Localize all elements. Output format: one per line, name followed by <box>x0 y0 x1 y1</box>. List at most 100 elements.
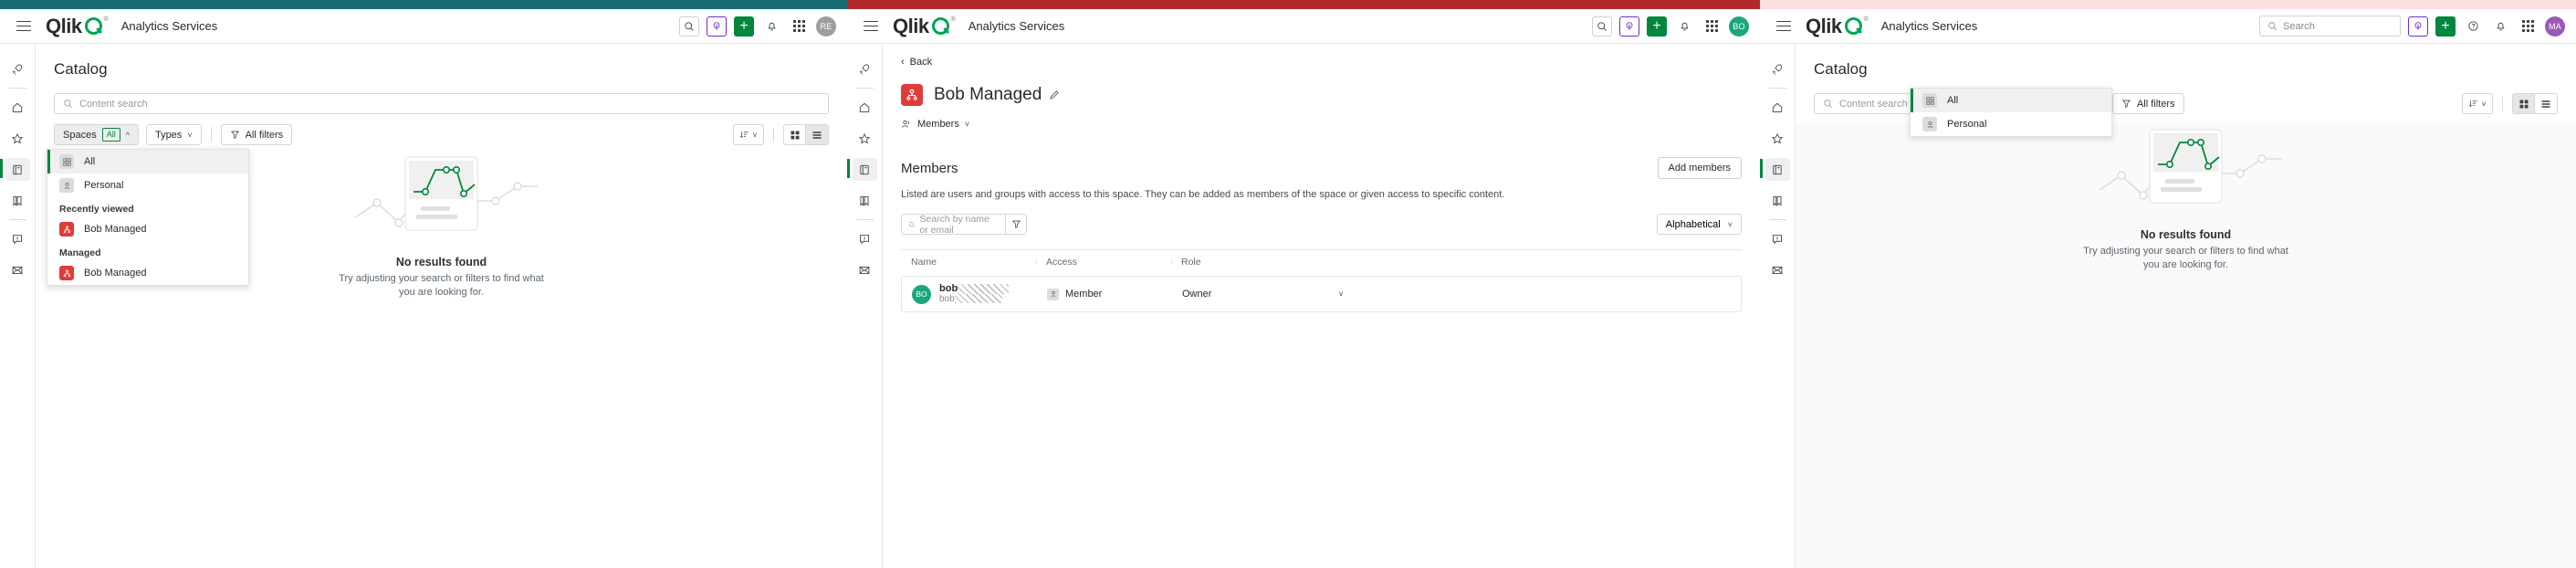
all-filters-button[interactable]: All filters <box>220 124 293 145</box>
back-link[interactable]: ‹ Back <box>901 57 1742 68</box>
sidebar-divider-2 <box>8 219 26 220</box>
sidebar-item-catalog[interactable] <box>0 157 36 182</box>
sidebar-item-rocket[interactable] <box>1760 57 1796 81</box>
sidebar-item-rocket[interactable] <box>0 57 36 81</box>
list-view-button[interactable] <box>806 124 829 145</box>
hamburger-menu-icon[interactable] <box>16 20 31 32</box>
add-new-button[interactable]: + <box>734 16 754 37</box>
all-filters-label: All filters <box>245 129 284 141</box>
dropdown-item-personal[interactable]: Personal <box>1911 112 2111 136</box>
sidebar-item-collections[interactable] <box>0 188 36 213</box>
tab-members[interactable]: Members ˅ <box>901 119 1742 130</box>
bell-icon[interactable] <box>761 16 781 37</box>
dropdown-item-bob-managed-recent[interactable]: Bob Managed <box>47 217 248 241</box>
content-search-input[interactable]: Content search <box>54 93 829 114</box>
app-title: Analytics Services <box>120 19 218 33</box>
members-filter-button[interactable] <box>1006 214 1027 235</box>
managed-space-icon <box>901 84 923 106</box>
bell-icon[interactable] <box>2490 16 2510 37</box>
sort-chevron-down-icon: ˅ <box>752 130 758 140</box>
members-search-input[interactable]: Search by name or email <box>901 214 1006 236</box>
hamburger-menu-icon[interactable] <box>1776 20 1791 32</box>
sidebar-item-favorites[interactable] <box>847 126 883 151</box>
sidebar-item-subscriptions[interactable] <box>0 258 36 282</box>
members-sort-select[interactable]: Alphabetical ˅ <box>1656 214 1742 235</box>
list-view-button[interactable] <box>2535 93 2558 114</box>
qlik-logo[interactable]: Qlik ® <box>46 15 109 38</box>
sidebar-item-collections[interactable] <box>1760 188 1796 213</box>
panel-3-accent-strip <box>1760 0 2576 9</box>
sidebar-item-catalog[interactable] <box>1760 157 1796 182</box>
sort-button[interactable]: ˅ <box>2462 93 2493 114</box>
sidebar-item-rocket[interactable] <box>847 57 883 81</box>
dropdown-item-all[interactable]: All <box>1911 89 2111 112</box>
sidebar-item-home[interactable] <box>847 95 883 120</box>
add-members-button[interactable]: Add members <box>1657 157 1742 179</box>
apps-grid-icon[interactable] <box>2518 16 2538 37</box>
panel-2-header-actions: + BO <box>1592 16 1749 37</box>
member-email: bob <box>939 294 1009 305</box>
insight-advisor-icon[interactable] <box>707 16 727 37</box>
cell-actions[interactable]: ˅ <box>1311 289 1361 299</box>
grid-view-button[interactable] <box>783 124 806 145</box>
rocket-icon <box>5 58 30 80</box>
apps-grid-icon[interactable] <box>1702 16 1722 37</box>
avatar[interactable]: MA <box>2545 16 2565 37</box>
sidebar-item-home[interactable] <box>0 95 36 120</box>
insight-advisor-icon[interactable] <box>2408 16 2428 37</box>
sidebar-item-home[interactable] <box>1760 95 1796 120</box>
search-icon[interactable] <box>1592 16 1612 37</box>
grid-icon <box>1922 93 1937 108</box>
grid-icon <box>59 154 74 169</box>
catalog-icon <box>5 158 30 181</box>
sidebar-item-favorites[interactable] <box>0 126 36 151</box>
hamburger-menu-icon[interactable] <box>864 20 878 32</box>
view-toggle <box>783 124 829 145</box>
sidebar-item-collections[interactable] <box>847 188 883 213</box>
types-filter-button[interactable]: Types ˅ <box>145 124 202 145</box>
sidebar-item-favorites[interactable] <box>1760 126 1796 151</box>
dropdown-item-bob-managed[interactable]: Bob Managed <box>47 261 248 285</box>
spaces-filter-button[interactable]: Spaces All ^ <box>54 124 139 145</box>
qlik-logo[interactable]: Qlik ® <box>893 15 956 38</box>
edit-pencil-icon[interactable] <box>1049 89 1060 100</box>
panel-3-body: Catalog Content search Spaces All ^ <box>1760 44 2576 568</box>
dropdown-item-personal[interactable]: Personal <box>47 174 248 197</box>
grid-view-button[interactable] <box>2512 93 2535 114</box>
page-title: Catalog <box>1814 60 1868 78</box>
qlik-logo[interactable]: Qlik ® <box>1806 15 1869 38</box>
sidebar-item-alerts[interactable] <box>0 226 36 251</box>
avatar[interactable]: BO <box>1729 16 1749 37</box>
apps-grid-icon[interactable] <box>789 16 809 37</box>
catalog-icon <box>1764 158 1790 181</box>
search-input[interactable]: Search <box>2259 16 2401 37</box>
dropdown-item-all[interactable]: All <box>47 150 248 174</box>
sidebar-item-subscriptions[interactable] <box>847 258 883 282</box>
catalog-icon <box>852 158 877 181</box>
sidebar-item-catalog[interactable] <box>847 157 883 182</box>
insight-advisor-icon[interactable] <box>1619 16 1639 37</box>
panel-3-sidebar <box>1760 44 1796 568</box>
alert-icon <box>5 227 30 250</box>
qlik-q-icon <box>84 17 102 35</box>
mail-icon <box>1765 258 1790 281</box>
sidebar-item-alerts[interactable] <box>1760 226 1796 251</box>
add-new-button[interactable]: + <box>2435 16 2456 37</box>
search-icon[interactable] <box>679 16 699 37</box>
panel-1-sidebar <box>0 44 36 568</box>
chevron-down-icon[interactable]: ˅ <box>1338 289 1343 299</box>
sort-button[interactable]: ˅ <box>733 124 764 145</box>
chevron-down-icon: ˅ <box>1727 219 1733 229</box>
bell-icon[interactable] <box>1674 16 1694 37</box>
help-icon[interactable] <box>2463 16 2483 37</box>
add-new-button[interactable]: + <box>1647 16 1667 37</box>
all-filters-button[interactable]: All filters <box>2111 93 2184 114</box>
sidebar-item-alerts[interactable] <box>847 226 883 251</box>
content-search-placeholder: Content search <box>1839 98 1908 110</box>
table-row[interactable]: BO bob bob Member Owner ˅ <box>901 276 1742 312</box>
sidebar-item-subscriptions[interactable] <box>1760 258 1796 282</box>
screenshot-root: Qlik ® Analytics Services + RE Catalog C… <box>0 0 2576 568</box>
home-icon <box>5 96 30 119</box>
chevron-down-icon: ˅ <box>964 120 970 129</box>
avatar[interactable]: RE <box>816 16 836 37</box>
